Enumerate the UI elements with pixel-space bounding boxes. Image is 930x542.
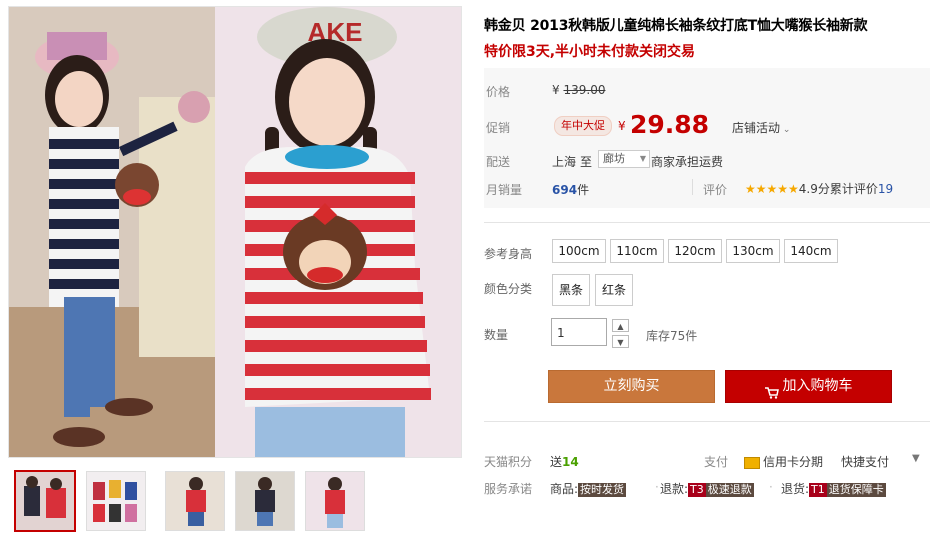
thumbnail-2[interactable] — [86, 471, 146, 531]
size-option-110[interactable]: 110cm — [610, 239, 664, 263]
review-count: 19 — [877, 182, 894, 196]
quantity-decrease-button[interactable]: ▼ — [612, 335, 629, 348]
size-option-100[interactable]: 100cm — [552, 239, 606, 263]
payment-label: 支付 — [704, 455, 729, 469]
monthly-sales-unit: 件 — [577, 183, 590, 197]
service-return-tag[interactable]: 退货保障卡 — [826, 483, 886, 497]
monthly-sales-count: 694 — [552, 183, 578, 197]
monthly-sales: 694件 — [552, 181, 589, 198]
credit-installment[interactable]: 信用卡分期 — [744, 453, 823, 470]
promo-label: 促销 — [486, 121, 511, 135]
shipping-note: 商家承担运费 — [651, 155, 724, 169]
product-photo-left — [9, 7, 215, 457]
cart-icon — [764, 380, 779, 399]
thumbnail-4[interactable] — [235, 471, 295, 531]
size-option-130[interactable]: 130cm — [726, 239, 780, 263]
chevron-up-icon: ▲ — [617, 322, 624, 331]
quantity-increase-button[interactable]: ▲ — [612, 319, 629, 332]
rating-label: 评价 — [703, 183, 728, 197]
add-to-cart-label: 加入购物车 — [782, 378, 853, 394]
shipping-to-word: 至 — [580, 155, 593, 169]
thumbnail-3[interactable] — [165, 471, 225, 531]
thumbnail-5[interactable] — [305, 471, 365, 531]
rating-summary[interactable]: ★★★★★4.9分累计评价19 — [745, 180, 893, 197]
price-label: 价格 — [486, 85, 511, 99]
credit-card-icon — [744, 456, 760, 469]
product-photo-right: AKE — [215, 7, 461, 457]
promo-badge: 年中大促 — [554, 116, 612, 136]
section-divider-top — [484, 222, 930, 223]
shop-activity-dropdown[interactable]: 店铺活动 ⌄ — [732, 119, 790, 136]
shop-activity-label: 店铺活动 — [732, 121, 781, 135]
service-refund: 退款: T3 极速退款 — [660, 480, 754, 497]
service-refund-code: T3 — [688, 483, 706, 497]
product-main-image[interactable]: AKE — [8, 6, 462, 458]
size-option-120[interactable]: 120cm — [668, 239, 722, 263]
quick-pay[interactable]: 快捷支付 — [841, 453, 889, 470]
size-label: 参考身高 — [484, 247, 533, 261]
currency-symbol: ¥ — [552, 83, 560, 97]
quantity-input[interactable]: 1 — [551, 318, 607, 346]
stock-info: 库存75件 — [646, 329, 698, 343]
buy-now-button[interactable]: 立刻购买 — [548, 370, 715, 403]
service-return-label: 退货: — [781, 482, 810, 496]
service-refund-tag[interactable]: 极速退款 — [705, 483, 754, 497]
promo-price: 29.88 — [630, 110, 710, 139]
color-option-red-stripe[interactable]: 红条 — [595, 274, 633, 306]
points-give-text: 送 — [550, 455, 563, 469]
credit-installment-label: 信用卡分期 — [763, 455, 824, 469]
monthly-sales-label: 月销量 — [486, 183, 523, 197]
service-refund-label: 退款: — [660, 482, 689, 496]
caret-down-icon: ▼ — [639, 154, 646, 163]
service-label: 服务承诺 — [484, 482, 533, 496]
service-goods: 商品: 按时发货 — [550, 480, 627, 497]
product-title: 韩金贝 2013秋韩版儿童纯棉长袖条纹打底T恤大嘴猴长袖新款 — [484, 18, 868, 34]
thumbnail-1[interactable] — [14, 470, 76, 532]
product-subtitle: 特价限3天,半小时未付款关闭交易 — [484, 44, 696, 60]
promo-currency: ¥ — [618, 119, 626, 133]
quantity-label: 数量 — [484, 328, 509, 342]
service-separator-2: · — [769, 480, 773, 494]
rating-score: 4.9分累计评价 — [798, 182, 878, 196]
service-return-code: T1 — [809, 483, 827, 497]
service-goods-tag[interactable]: 按时发货 — [578, 483, 627, 497]
shipping-from: 上海 — [552, 155, 577, 169]
destination-select[interactable]: 廊坊 ▼ — [598, 150, 650, 168]
payment-expand-icon[interactable]: ▼ — [912, 453, 920, 464]
service-goods-label: 商品: — [550, 482, 579, 496]
original-price-value: 139.00 — [563, 83, 606, 97]
tmall-points: 送14 — [550, 453, 579, 470]
star-rating-icon: ★★★★★ — [745, 182, 799, 196]
service-separator-1: · — [655, 480, 659, 494]
service-return: 退货: T1 退货保障卡 — [781, 480, 886, 497]
destination-value: 廊坊 — [603, 152, 625, 165]
original-price: ¥ 139.00 — [552, 83, 605, 97]
tmall-points-label: 天猫积分 — [484, 455, 533, 469]
section-divider-bottom — [484, 421, 930, 422]
shipping-label: 配送 — [486, 155, 511, 169]
size-option-140[interactable]: 140cm — [784, 239, 838, 263]
chevron-down-icon: ⌄ — [780, 125, 791, 135]
add-to-cart-button[interactable]: 加入购物车 — [725, 370, 892, 403]
color-option-black-stripe[interactable]: 黑条 — [552, 274, 590, 306]
color-label: 颜色分类 — [484, 282, 533, 296]
chevron-down-icon: ▼ — [617, 338, 624, 347]
points-value: 14 — [562, 455, 579, 469]
sales-divider — [692, 179, 693, 195]
